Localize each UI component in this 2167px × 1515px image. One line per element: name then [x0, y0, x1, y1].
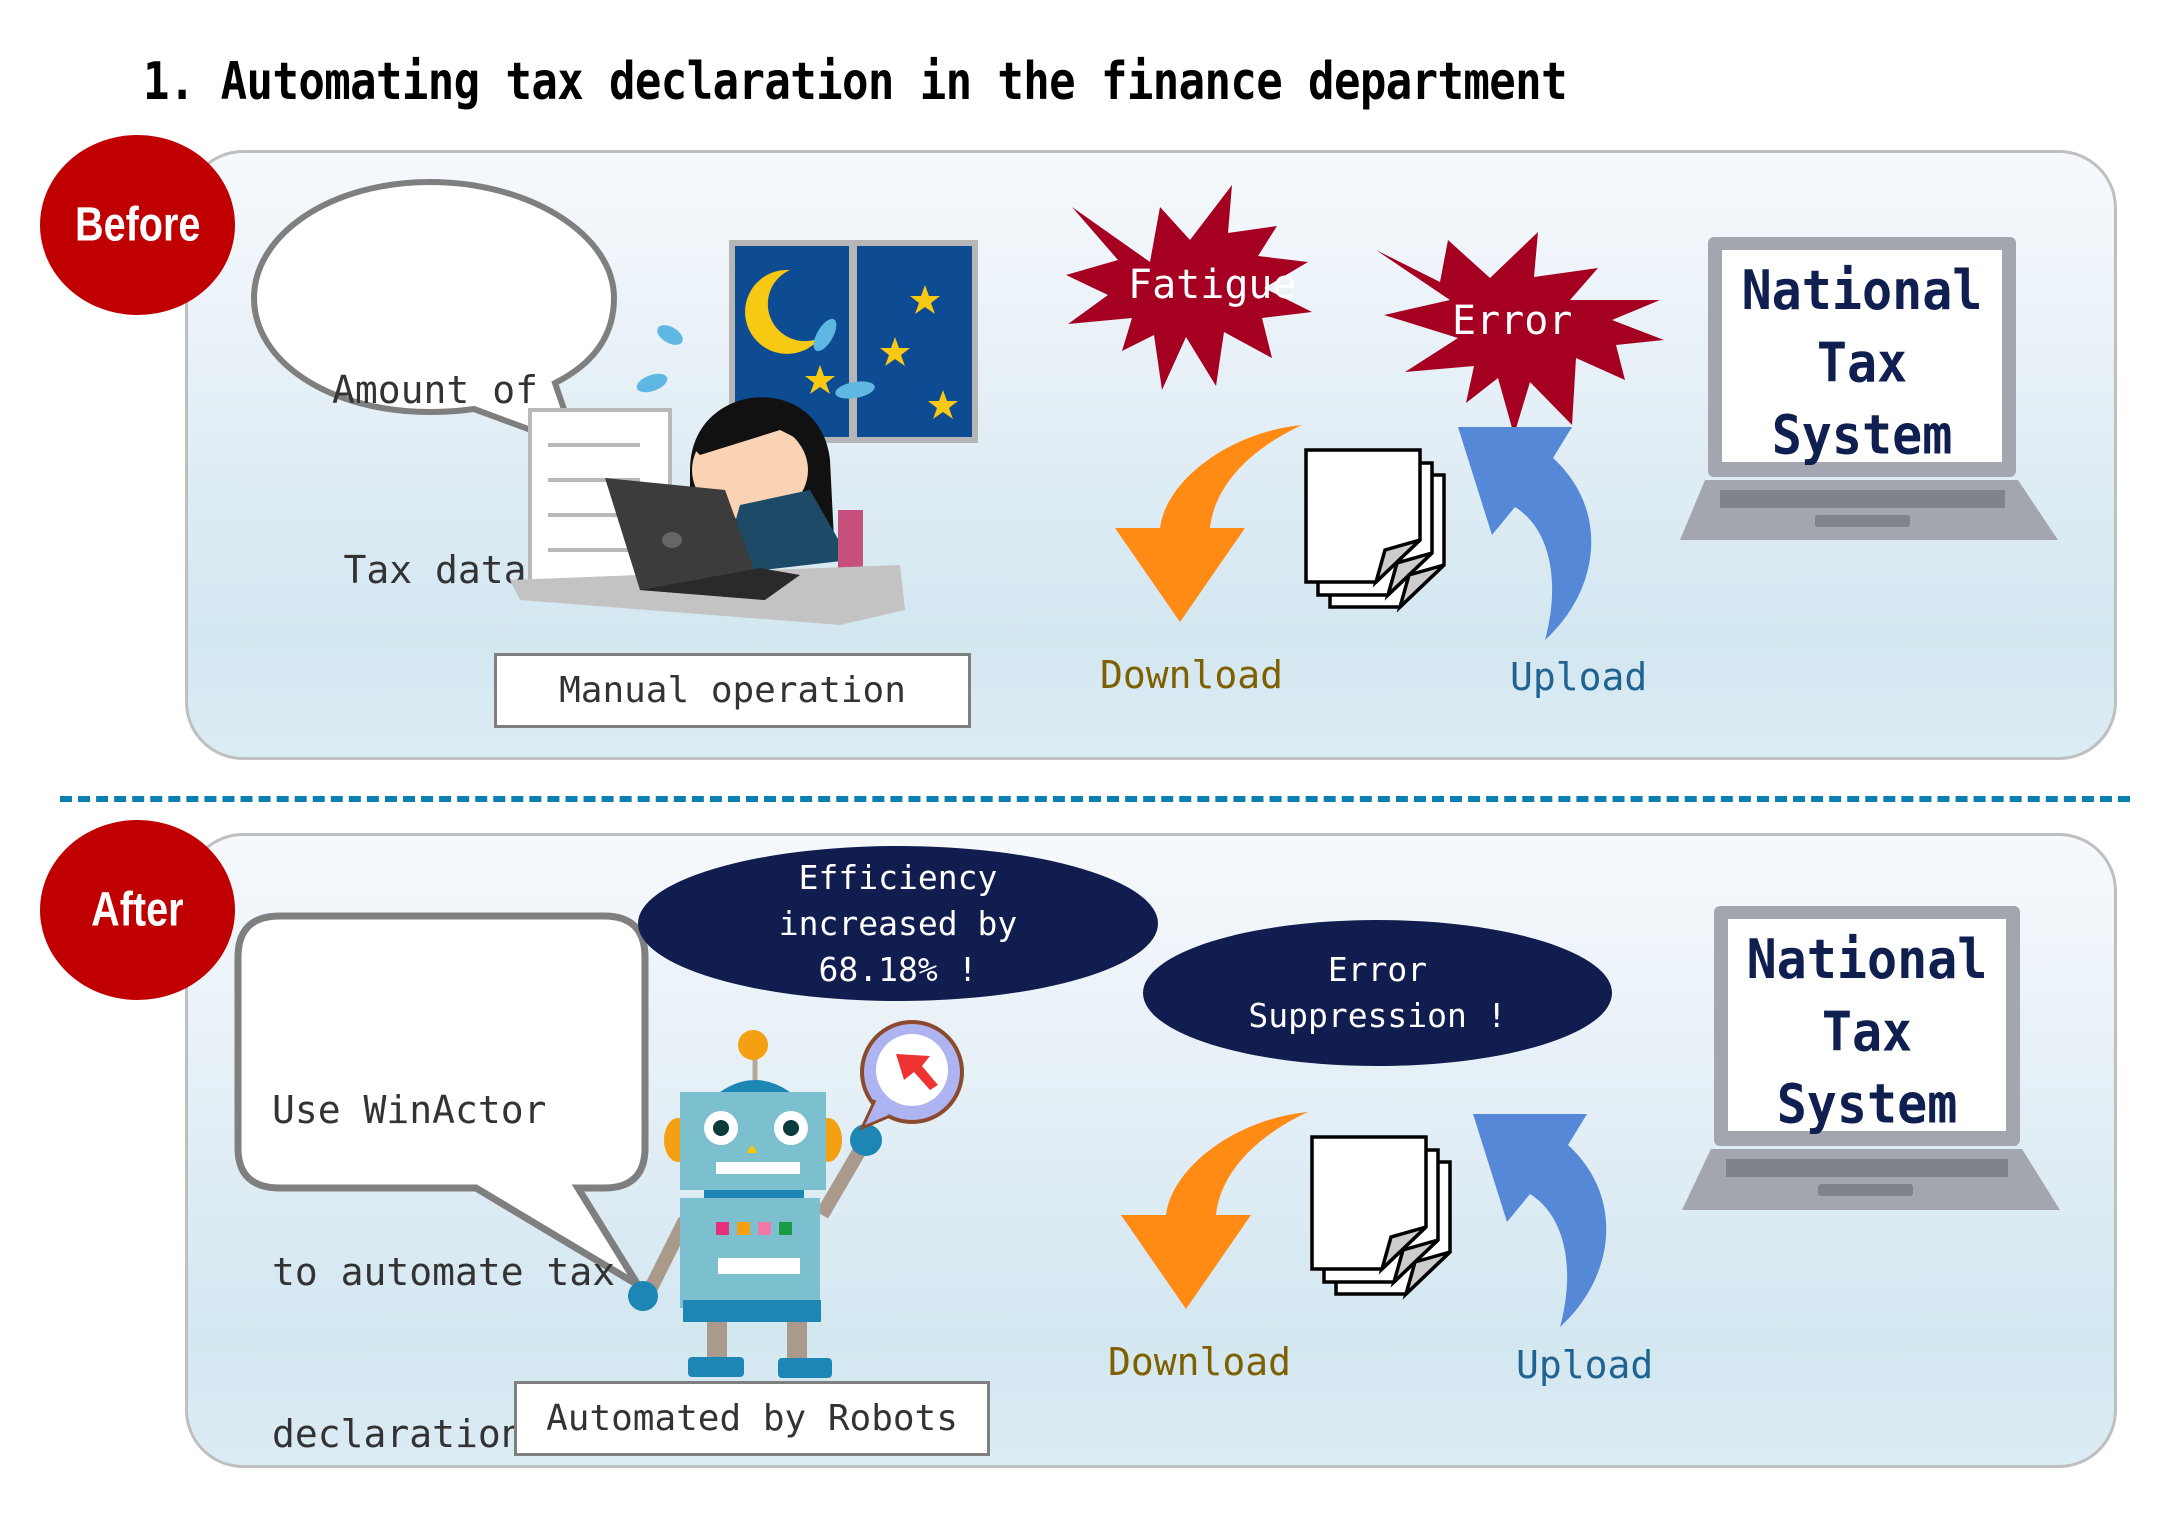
bubble-line: Use WinActor	[272, 1088, 547, 1132]
upload-label: Upload	[1516, 1343, 1654, 1387]
download-label: Download	[1100, 653, 1284, 697]
national-tax-system-label: National Tax System	[1746, 928, 1988, 1136]
section-divider	[60, 796, 2130, 802]
error-suppression-oval: Error Suppression !	[1143, 920, 1612, 1066]
before-badge: Before	[40, 135, 235, 315]
error-label: Error	[1452, 298, 1573, 344]
bubble-line: to automate tax	[272, 1250, 616, 1294]
upload-label: Upload	[1510, 655, 1648, 699]
automated-by-robots-label: Automated by Robots	[514, 1381, 990, 1456]
manual-operation-label: Manual operation	[494, 653, 971, 728]
efficiency-oval: Efficiency increased by 68.18% !	[638, 846, 1158, 1001]
after-badge-label: After	[91, 882, 184, 937]
fatigue-label: Fatigue	[1128, 262, 1297, 308]
page-title: 1. Automating tax declaration in the fin…	[143, 52, 1568, 113]
national-tax-system-label: National Tax System	[1741, 259, 1983, 467]
laptop-icon	[1682, 906, 2060, 1210]
download-label: Download	[1108, 1340, 1292, 1384]
before-badge-label: Before	[74, 197, 201, 252]
after-badge: After	[40, 820, 235, 1000]
